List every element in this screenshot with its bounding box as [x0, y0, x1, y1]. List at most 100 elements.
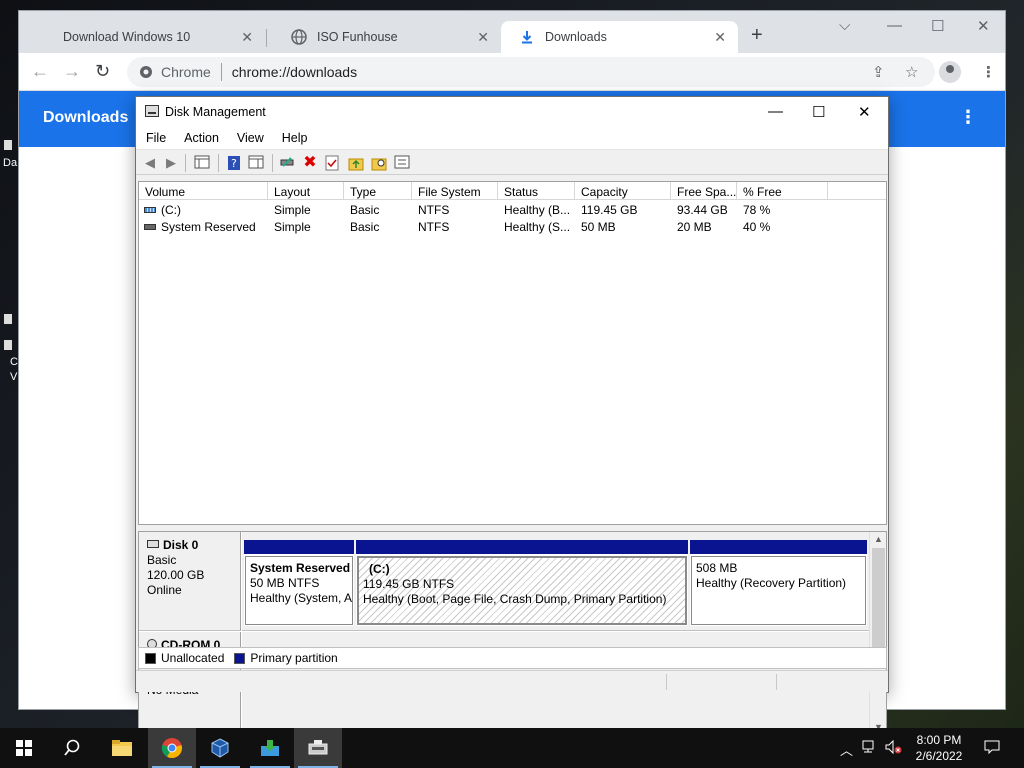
- disk-state: Online: [147, 583, 182, 597]
- tab-downloads[interactable]: Downloads ✕: [501, 21, 738, 53]
- col-volume[interactable]: Volume: [139, 182, 268, 200]
- connect-icon[interactable]: [279, 155, 295, 171]
- download-icon: [522, 31, 532, 44]
- delete-icon[interactable]: ✖: [302, 155, 318, 171]
- check-icon[interactable]: [324, 155, 340, 171]
- menu-view[interactable]: View: [237, 127, 264, 149]
- folder-icon: [112, 740, 132, 756]
- partition-recovery[interactable]: 508 MB Healthy (Recovery Partition): [690, 540, 867, 626]
- desktop-icon[interactable]: [4, 340, 12, 350]
- col-status[interactable]: Status: [498, 182, 575, 200]
- scroll-up-icon[interactable]: ▲: [870, 534, 887, 544]
- cell-free: 20 MB: [677, 220, 712, 234]
- more-actions-icon[interactable]: ⋮: [959, 107, 977, 128]
- table-row[interactable]: System Reserved Simple Basic NTFS Health…: [139, 218, 886, 235]
- partition-status: Healthy (Boot, Page File, Crash Dump, Pr…: [363, 592, 667, 606]
- menu-help[interactable]: Help: [282, 127, 308, 149]
- status-bar: [136, 670, 888, 692]
- chrome-icon: [161, 738, 182, 759]
- system-clock[interactable]: 8:00 PM 2/6/2022: [908, 732, 970, 764]
- help-icon[interactable]: ?: [226, 155, 242, 171]
- disk-management-button[interactable]: [294, 728, 342, 768]
- cube-icon: [211, 738, 229, 758]
- col-type[interactable]: Type: [344, 182, 412, 200]
- close-tab-icon[interactable]: ✕: [241, 29, 253, 46]
- cell-type: Basic: [350, 220, 380, 234]
- col-layout[interactable]: Layout: [268, 182, 344, 200]
- console-tree-icon[interactable]: [194, 155, 210, 171]
- search-icon[interactable]: [371, 155, 387, 171]
- file-explorer-button[interactable]: [98, 728, 146, 768]
- close-tab-icon[interactable]: ✕: [714, 29, 726, 46]
- back-arrow-icon[interactable]: ◀: [142, 155, 158, 171]
- disk-view-scrollbar[interactable]: ▲ ▼: [869, 532, 886, 734]
- maximize-button[interactable]: ☐: [931, 17, 944, 35]
- media-creation-tool-button[interactable]: [246, 728, 294, 768]
- windows-logo-icon: [16, 740, 32, 756]
- col-file-system[interactable]: File System: [412, 182, 498, 200]
- cell-pct: 78 %: [743, 203, 771, 217]
- desktop-icon-label[interactable]: Da: [3, 157, 17, 169]
- desktop-icon[interactable]: [4, 140, 12, 150]
- start-button[interactable]: [0, 728, 48, 768]
- desktop-icon[interactable]: [4, 314, 12, 324]
- network-icon[interactable]: [862, 740, 878, 757]
- profile-avatar[interactable]: [939, 61, 961, 83]
- title-bar[interactable]: Disk Management — ☐ ✕: [136, 97, 888, 127]
- partition-status: Healthy (Recovery Partition): [696, 576, 847, 590]
- disk-0-label[interactable]: Disk 0 Basic 120.00 GB Online: [139, 532, 241, 631]
- menu-bar: File Action View Help: [136, 127, 888, 149]
- tab-title: ISO Funhouse: [317, 30, 398, 44]
- desktop-icon-label[interactable]: C: [10, 356, 18, 368]
- menu-action[interactable]: Action: [184, 127, 219, 149]
- notifications-icon[interactable]: [984, 740, 1000, 757]
- volume-list[interactable]: Volume Layout Type File System Status Ca…: [138, 181, 887, 525]
- hard-disk-icon: [147, 540, 159, 549]
- virtualbox-button[interactable]: [196, 728, 244, 768]
- new-tab-button[interactable]: +: [751, 25, 763, 45]
- legend-unallocated: Unallocated: [161, 651, 225, 665]
- properties-icon[interactable]: [248, 155, 264, 171]
- cell-pct: 40 %: [743, 220, 771, 234]
- tab-search-icon[interactable]: ⌵: [839, 17, 850, 34]
- reload-button[interactable]: ↻: [95, 61, 110, 81]
- chrome-button[interactable]: [148, 728, 196, 768]
- clock-date: 2/6/2022: [915, 749, 963, 763]
- forward-arrow-icon[interactable]: ▶: [163, 155, 179, 171]
- col-free-space[interactable]: Free Spa...: [671, 182, 737, 200]
- disk-graphical-view[interactable]: Disk 0 Basic 120.00 GB Online System Res…: [138, 531, 887, 735]
- folder-up-icon[interactable]: [348, 155, 364, 171]
- primary-partition-swatch: [234, 652, 246, 664]
- drive-icon: [144, 223, 156, 230]
- forward-button[interactable]: →: [63, 61, 81, 81]
- minimize-button[interactable]: —: [887, 17, 902, 34]
- tab-download-windows[interactable]: Download Windows 10 ✕: [19, 21, 265, 53]
- minimize-button[interactable]: —: [768, 103, 783, 120]
- close-button[interactable]: ✕: [977, 17, 990, 35]
- partition-c[interactable]: (C:) 119.45 GB NTFS Healthy (Boot, Page …: [356, 540, 688, 626]
- col-capacity[interactable]: Capacity: [575, 182, 671, 200]
- menu-file[interactable]: File: [146, 127, 166, 149]
- back-button[interactable]: ←: [31, 61, 49, 81]
- cell-capacity: 119.45 GB: [581, 203, 638, 217]
- close-tab-icon[interactable]: ✕: [477, 29, 489, 46]
- share-icon[interactable]: ⇪: [872, 63, 885, 81]
- show-hidden-icons-icon[interactable]: ︿: [840, 740, 853, 759]
- partition-system-reserved[interactable]: System Reserved 50 MB NTFS Healthy (Syst…: [244, 540, 354, 626]
- chrome-menu-icon[interactable]: ⋮: [981, 63, 996, 81]
- search-button[interactable]: [48, 728, 96, 768]
- disk-management-icon: [145, 105, 159, 117]
- col-percent-free[interactable]: % Free: [737, 182, 828, 200]
- cell-free: 93.44 GB: [677, 203, 728, 217]
- table-row[interactable]: (C:) Simple Basic NTFS Healthy (B... 119…: [139, 201, 886, 218]
- volume-muted-icon[interactable]: [884, 739, 902, 757]
- maximize-button[interactable]: ☐: [812, 103, 825, 121]
- close-button[interactable]: ✕: [858, 103, 871, 121]
- tab-iso-funhouse[interactable]: ISO Funhouse ✕: [273, 21, 501, 53]
- desktop-icon-label[interactable]: V: [10, 371, 17, 383]
- bookmark-star-icon[interactable]: ☆: [905, 63, 918, 81]
- address-bar[interactable]: Chrome chrome://downloads: [127, 57, 935, 87]
- disk-type: Basic: [147, 553, 177, 567]
- partition-size: 508 MB: [696, 561, 738, 575]
- list-view-icon[interactable]: [394, 155, 410, 171]
